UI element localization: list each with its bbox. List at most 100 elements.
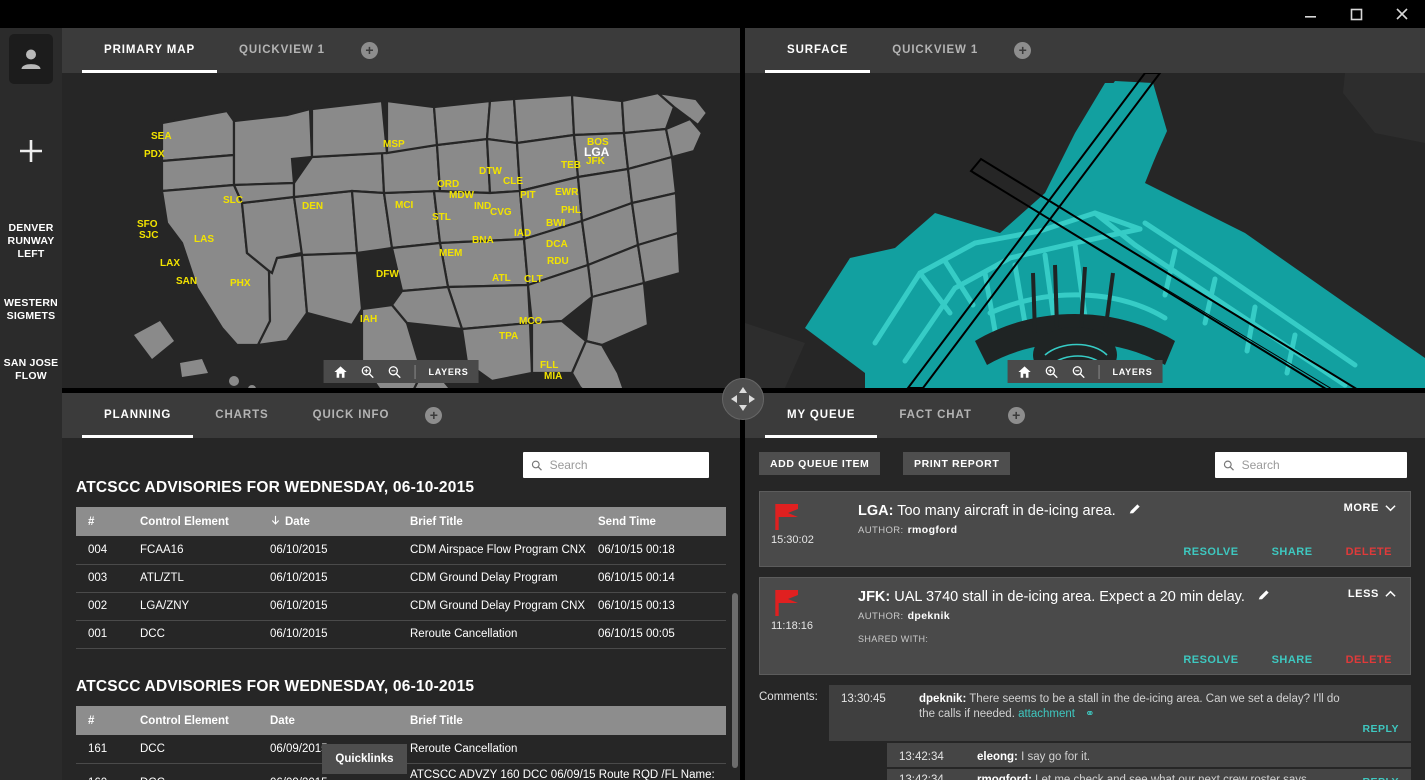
add-queue-item-button[interactable]: ADD QUEUE ITEM	[759, 452, 881, 475]
cell-date: 06/10/2015	[258, 564, 398, 593]
resolve-button[interactable]: RESOLVE	[1183, 546, 1238, 558]
tab-surface[interactable]: SURFACE	[765, 28, 871, 73]
comment-author: rmogford:	[977, 774, 1032, 780]
cell-control-element: DCC	[128, 735, 258, 764]
tab-quick-info[interactable]: QUICK INFO	[291, 393, 412, 438]
plus-circle-icon[interactable]: +	[360, 42, 378, 59]
tab-label: QUICKVIEW 1	[892, 44, 979, 56]
cell-date: 06/10/2015	[258, 592, 398, 621]
print-report-button[interactable]: PRINT REPORT	[903, 452, 1011, 475]
close-button[interactable]	[1379, 0, 1425, 28]
delete-button[interactable]: DELETE	[1346, 546, 1392, 558]
pencil-icon[interactable]	[1128, 502, 1142, 521]
col-number[interactable]: #	[76, 706, 128, 735]
resolve-button[interactable]: RESOLVE	[1183, 654, 1238, 666]
queue-item[interactable]: 11:18:16 LESS JFK: UAL 3740 stall in de-…	[759, 577, 1411, 675]
table-header-row: # Control Element Date Brief Title	[76, 706, 726, 735]
planning-search-input[interactable]	[549, 458, 701, 472]
cell-date: 06/10/2015	[258, 620, 398, 649]
share-button[interactable]: SHARE	[1272, 654, 1313, 666]
cell-send-time: 06/10/15 00:05	[586, 620, 726, 649]
tab-planning[interactable]: PLANNING	[82, 393, 194, 438]
search-icon	[1223, 460, 1234, 471]
reply-button[interactable]: REPLY	[1362, 776, 1399, 780]
plus-circle-icon[interactable]: +	[1014, 42, 1032, 59]
table-row[interactable]: 001 DCC 06/10/2015 Reroute Cancellation …	[76, 620, 726, 649]
col-send-time[interactable]: Send Time	[586, 507, 726, 536]
queue-item-expand-toggle[interactable]: LESS	[1348, 588, 1396, 600]
paperclip-icon[interactable]: ⚭	[1085, 708, 1095, 720]
cell-number: 004	[76, 536, 128, 565]
tab-primary-map[interactable]: PRIMARY MAP	[82, 28, 218, 73]
queue-search-input[interactable]	[1241, 458, 1399, 472]
queue-search[interactable]	[1215, 452, 1407, 478]
map-airport-labels: SEA PDX SLC SFO SJC LAS LAX SAN PHX DEN …	[137, 131, 610, 382]
planning-scrollbar[interactable]	[732, 593, 738, 768]
add-view-button[interactable]	[0, 136, 62, 172]
comment-time: 13:42:34	[899, 751, 944, 763]
tab-label: QUICK INFO	[312, 409, 390, 421]
tab-quickview-1[interactable]: QUICKVIEW 1	[870, 28, 1000, 73]
col-control-element[interactable]: Control Element	[128, 706, 258, 735]
pencil-icon[interactable]	[1257, 588, 1271, 607]
planning-search[interactable]	[523, 452, 709, 478]
attachment-link[interactable]: attachment	[1018, 708, 1075, 720]
plus-circle-icon[interactable]: +	[1007, 407, 1025, 424]
col-date[interactable]: Date	[258, 507, 398, 536]
layers-button[interactable]: LAYERS	[429, 367, 469, 377]
col-control-element[interactable]: Control Element	[128, 507, 258, 536]
table-row[interactable]: 002 LGA/ZNY 06/10/2015 CDM Ground Delay …	[76, 592, 726, 621]
table-row[interactable]: 003 ATL/ZTL 06/10/2015 CDM Ground Delay …	[76, 564, 726, 593]
airport-surface-map[interactable]: LAYERS	[745, 73, 1425, 388]
col-brief-title[interactable]: Brief Title	[398, 706, 726, 735]
zoom-in-icon	[361, 365, 374, 378]
col-brief-title[interactable]: Brief Title	[398, 507, 586, 536]
maximize-button[interactable]	[1333, 0, 1379, 28]
table-row[interactable]: 004 FCAA16 06/10/2015 CDM Airspace Flow …	[76, 536, 726, 565]
tab-charts[interactable]: CHARTS	[193, 393, 290, 438]
plus-icon	[20, 140, 42, 162]
section-title: ATCSCC ADVISORIES FOR WEDNESDAY, 06-10-2…	[76, 678, 475, 695]
quicklinks-tooltip[interactable]: Quicklinks	[322, 744, 407, 774]
comment-text: There seems to be a stall in the de-icin…	[919, 693, 1340, 720]
us-national-map[interactable]: SEA PDX SLC SFO SJC LAS LAX SAN PHX DEN …	[62, 73, 740, 388]
surface-map-toolbar: LAYERS	[1007, 360, 1163, 383]
cell-date: 06/10/2015	[258, 536, 398, 565]
author-label: AUTHOR:	[858, 611, 904, 622]
surface-map-tabbar: SURFACE QUICKVIEW 1 +	[745, 28, 1425, 73]
share-button[interactable]: SHARE	[1272, 546, 1313, 558]
tab-label: QUICKVIEW 1	[239, 44, 325, 56]
plus-circle-icon[interactable]: +	[425, 407, 443, 424]
tab-my-queue[interactable]: MY QUEUE	[765, 393, 878, 438]
user-avatar-icon	[21, 49, 41, 69]
reply-button[interactable]: REPLY	[1362, 723, 1399, 735]
tab-label: CHARTS	[215, 409, 269, 421]
comment[interactable]: 13:30:45 dpeknik: There seems to be a st…	[829, 685, 1411, 741]
col-number[interactable]: #	[76, 507, 128, 536]
map-label-lga: LGA	[584, 145, 610, 159]
home-icon	[1018, 365, 1031, 378]
sidebar-item-denver-runway-left[interactable]: DENVER RUNWAY LEFT	[0, 222, 62, 261]
comment[interactable]: 13:42:34 rmogford: Let me check and see …	[887, 769, 1411, 780]
title-bar	[0, 0, 1425, 28]
panel-resize-handle[interactable]	[722, 378, 764, 420]
comment[interactable]: 13:42:34 eleong: I say go for it.	[887, 743, 1411, 767]
sidebar-item-san-jose-flow[interactable]: SAN JOSE FLOW	[0, 357, 62, 383]
delete-button[interactable]: DELETE	[1346, 654, 1392, 666]
cell-control-element: FCAA16	[128, 536, 258, 565]
sidebar-item-western-sigmets[interactable]: WESTERN SIGMETS	[0, 297, 62, 323]
chevron-up-icon	[1385, 590, 1396, 597]
avatar[interactable]	[9, 34, 53, 84]
tab-fact-chat[interactable]: FACT CHAT	[877, 393, 993, 438]
queue-item-time: 15:30:02	[771, 534, 814, 546]
tab-label: SURFACE	[787, 44, 849, 56]
queue-content: ADD QUEUE ITEM PRINT REPORT 15:30:02 MOR…	[745, 438, 1425, 780]
flag-icon	[774, 588, 800, 623]
minimize-button[interactable]	[1287, 0, 1333, 28]
queue-item[interactable]: 15:30:02 MORE LGA: Too many aircraft in …	[759, 491, 1411, 567]
tab-quickview-1[interactable]: QUICKVIEW 1	[217, 28, 347, 73]
queue-item-expand-toggle[interactable]: MORE	[1344, 502, 1396, 514]
layers-button[interactable]: LAYERS	[1113, 367, 1153, 377]
col-date[interactable]: Date	[258, 706, 398, 735]
queue-panel: MY QUEUE FACT CHAT + ADD QUEUE ITEM PRIN…	[745, 393, 1425, 780]
